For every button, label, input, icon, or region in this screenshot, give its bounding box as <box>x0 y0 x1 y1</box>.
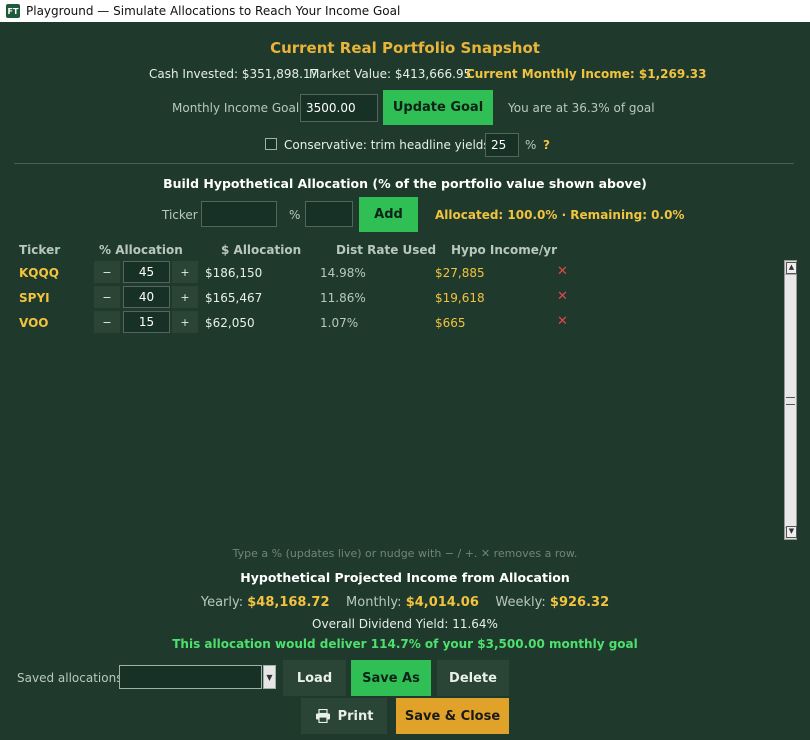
scroll-up-icon[interactable]: ▲ <box>786 262 797 274</box>
decrement-button[interactable]: − <box>94 311 120 333</box>
row-percent-input[interactable]: 15 <box>123 311 170 333</box>
row-dist-rate: 11.86% <box>320 291 366 305</box>
header-hypo-income: Hypo Income/yr <box>451 243 558 257</box>
goal-progress-text: You are at 36.3% of goal <box>508 101 655 115</box>
weekly-value: $926.32 <box>549 595 610 610</box>
row-dollar-allocation: $165,467 <box>205 291 263 305</box>
row-dist-rate: 14.98% <box>320 266 366 280</box>
row-hypo-income: $665 <box>435 316 466 330</box>
yearly-value: $48,168.72 <box>247 595 330 610</box>
increment-button[interactable]: + <box>172 311 198 333</box>
delete-button[interactable]: Delete <box>437 660 509 696</box>
current-monthly-income: Current Monthly Income: $1,269.33 <box>466 67 707 81</box>
row-hypo-income: $27,885 <box>435 266 485 280</box>
allocated-status: Allocated: 100.0% · Remaining: 0.0% <box>435 208 685 222</box>
row-ticker: SPYI <box>19 291 50 305</box>
saved-allocations-label: Saved allocations: <box>17 671 127 685</box>
row-dollar-allocation: $186,150 <box>205 266 263 280</box>
row-percent-input[interactable]: 45 <box>123 261 170 283</box>
scrollbar-thumb[interactable] <box>785 274 796 528</box>
header-pct-allocation: % Allocation <box>99 243 183 257</box>
goal-input[interactable] <box>300 94 378 122</box>
saved-allocations-select[interactable] <box>119 665 262 689</box>
table-row: KQQQ − 45 + $186,150 14.98% $27,885 ✕ <box>0 261 780 285</box>
table-row: VOO − 15 + $62,050 1.07% $665 ✕ <box>0 311 780 335</box>
save-as-button[interactable]: Save As <box>351 660 431 696</box>
increment-button[interactable]: + <box>172 286 198 308</box>
window-title: Playground — Simulate Allocations to Rea… <box>26 4 401 18</box>
add-button[interactable]: Add <box>359 197 418 232</box>
save-and-close-button[interactable]: Save & Close <box>396 698 509 734</box>
ticker-input[interactable] <box>201 201 277 227</box>
builder-title: Build Hypothetical Allocation (% of the … <box>163 176 647 191</box>
title-bar: FT Playground — Simulate Allocations to … <box>0 0 810 22</box>
goal-label: Monthly Income Goal: $ <box>172 101 315 115</box>
table-scrollbar[interactable]: ▲ ▼ <box>784 260 797 540</box>
percent-input[interactable] <box>305 201 353 227</box>
print-label: Print <box>337 708 374 724</box>
weekly-label: Weekly: <box>495 595 546 610</box>
decrement-button[interactable]: − <box>94 286 120 308</box>
row-percent-input[interactable]: 40 <box>123 286 170 308</box>
scroll-down-icon[interactable]: ▼ <box>786 526 797 538</box>
yearly-label: Yearly: <box>200 595 244 610</box>
overall-yield: Overall Dividend Yield: 11.64% <box>312 617 498 631</box>
trim-percent-input[interactable] <box>485 133 519 157</box>
table-hint: Type a % (updates live) or nudge with − … <box>232 547 578 560</box>
conservative-checkbox[interactable] <box>265 138 277 150</box>
print-button[interactable]: Print <box>301 698 387 734</box>
printer-icon <box>315 709 330 723</box>
projection-title: Hypothetical Projected Income from Alloc… <box>240 570 570 585</box>
header-dist-rate: Dist Rate Used <box>336 243 437 257</box>
row-dist-rate: 1.07% <box>320 316 359 330</box>
projection-amounts: Yearly: $48,168.72 Monthly: $4,014.06 We… <box>0 595 810 610</box>
goal-delivery-text: This allocation would deliver 114.7% of … <box>172 637 638 651</box>
ticker-label: Ticker <box>162 208 198 222</box>
trim-unit: % <box>525 138 537 152</box>
monthly-value: $4,014.06 <box>405 595 479 610</box>
percent-label: % <box>289 208 301 222</box>
section-divider <box>14 163 794 164</box>
row-ticker: KQQQ <box>19 266 59 280</box>
market-value: Market Value: $413,666.95 <box>309 67 472 81</box>
row-hypo-income: $19,618 <box>435 291 485 305</box>
app-icon: FT <box>6 4 20 18</box>
table-row: SPYI − 40 + $165,467 11.86% $19,618 ✕ <box>0 286 780 310</box>
conservative-label: Conservative: trim headline yields by <box>284 138 509 152</box>
header-ticker: Ticker <box>19 243 61 257</box>
decrement-button[interactable]: − <box>94 261 120 283</box>
remove-row-icon[interactable]: ✕ <box>557 289 568 304</box>
help-icon[interactable]: ? <box>543 138 550 152</box>
chevron-down-icon[interactable]: ▼ <box>263 665 276 689</box>
monthly-label: Monthly: <box>346 595 402 610</box>
load-button[interactable]: Load <box>283 660 346 696</box>
grip-icon <box>786 397 795 405</box>
header-dollar-allocation: $ Allocation <box>221 243 302 257</box>
remove-row-icon[interactable]: ✕ <box>557 264 568 279</box>
row-dollar-allocation: $62,050 <box>205 316 255 330</box>
cash-invested: Cash Invested: $351,898.17 <box>149 67 319 81</box>
row-ticker: VOO <box>19 316 49 330</box>
update-goal-button[interactable]: Update Goal <box>383 90 493 125</box>
remove-row-icon[interactable]: ✕ <box>557 314 568 329</box>
increment-button[interactable]: + <box>172 261 198 283</box>
snapshot-title: Current Real Portfolio Snapshot <box>270 39 540 57</box>
